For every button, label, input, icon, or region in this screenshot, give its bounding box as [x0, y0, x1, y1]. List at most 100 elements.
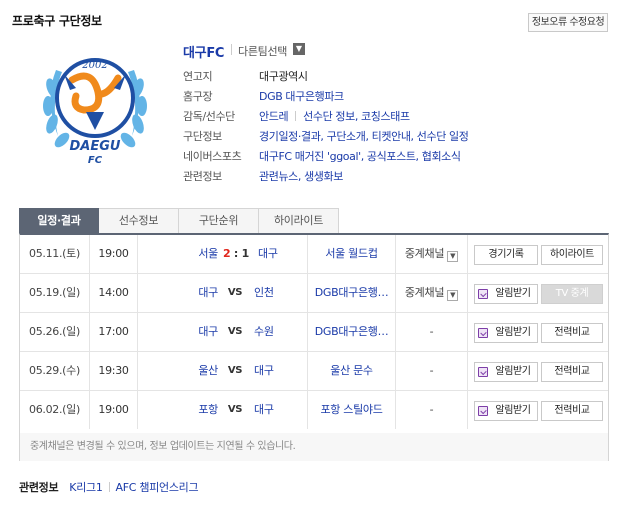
- divider: [108, 482, 110, 492]
- compare-button[interactable]: 전력비교: [541, 401, 603, 421]
- table-row: 05.19.(일) 14:00 대구 VS 인천 DGB대구은행… 중계채널 ▼ …: [20, 274, 608, 313]
- alarm-check-icon: [478, 289, 488, 299]
- match-record-button[interactable]: 경기기록: [474, 245, 538, 265]
- away-score: 1: [241, 247, 250, 260]
- chevron-down-icon[interactable]: ▼: [293, 43, 305, 55]
- match-teams: 대구 VS 인천: [138, 274, 308, 312]
- venue-link[interactable]: DGB대구은행…: [315, 325, 389, 338]
- info-label: 연고지: [183, 70, 213, 83]
- club-info-link[interactable]: 경기일정·결과, 구단소개, 티켓안내, 선수단 일정: [259, 128, 469, 144]
- schedule-table: 05.11.(토) 19:00 서울 2 : 1 대구 서울 월드컵 중계채널 ▼…: [19, 233, 609, 461]
- schedule-note: 중계채널은 변경될 수 있으며, 정보 업데이트는 지연될 수 있습니다.: [20, 433, 608, 461]
- info-label: 홈구장: [183, 90, 213, 103]
- alarm-button[interactable]: 알림받기: [474, 323, 538, 343]
- page-title: 프로축구 구단정보: [12, 14, 102, 28]
- info-row-naver: 네이버스포츠 대구FC 매거진 'ggoal', 공식포스트, 협회소식: [183, 148, 461, 164]
- related-news-link[interactable]: 관련뉴스, 생생화보: [259, 168, 343, 184]
- match-time: 19:00: [90, 235, 138, 273]
- info-value: 대구광역시: [259, 70, 308, 83]
- alarm-button[interactable]: 알림받기: [474, 401, 538, 421]
- match-date: 05.19.(일): [20, 274, 90, 312]
- related-links: 관련정보 K리그1 AFC 챔피언스리그: [19, 479, 199, 495]
- alarm-label: 알림받기: [495, 366, 531, 377]
- vs-label: VS: [227, 287, 243, 298]
- team-logo: 2002 DAEGU FC: [43, 58, 147, 166]
- report-error-button[interactable]: 정보오류 수정요청: [528, 13, 608, 32]
- tab-players[interactable]: 선수정보: [99, 208, 179, 234]
- tab-ranking[interactable]: 구단순위: [179, 208, 259, 234]
- home-score: 2: [223, 247, 231, 260]
- chevron-down-icon[interactable]: ▼: [447, 290, 459, 301]
- info-label: 구단정보: [183, 130, 222, 143]
- actions-cell: 알림받기 TV 중계: [468, 274, 608, 312]
- venue-link[interactable]: DGB대구은행…: [315, 286, 389, 299]
- broadcast-cell[interactable]: 중계채널 ▼: [396, 274, 468, 312]
- match-score: 2 : 1: [223, 247, 250, 260]
- alarm-button[interactable]: 알림받기: [474, 362, 538, 382]
- match-time: 14:00: [90, 274, 138, 312]
- chevron-down-icon[interactable]: ▼: [447, 251, 459, 262]
- match-teams: 포항 VS 대구: [138, 391, 308, 429]
- related-label: 관련정보: [19, 481, 59, 494]
- actions-cell: 알림받기 전력비교: [468, 313, 608, 351]
- actions-cell: 알림받기 전력비교: [468, 391, 608, 429]
- other-team-select[interactable]: 다른팀선택: [238, 43, 287, 59]
- match-date: 05.29.(수): [20, 352, 90, 390]
- match-time: 19:30: [90, 352, 138, 390]
- match-date: 06.02.(일): [20, 391, 90, 429]
- broadcast-cell: -: [396, 352, 468, 390]
- naver-sports-link[interactable]: 대구FC 매거진 'ggoal', 공식포스트, 협회소식: [259, 148, 461, 164]
- match-time: 19:00: [90, 391, 138, 429]
- home-team[interactable]: 대구: [138, 274, 218, 312]
- broadcast-cell[interactable]: 중계채널 ▼: [396, 235, 468, 273]
- tv-broadcast-button[interactable]: TV 중계: [541, 284, 603, 304]
- alarm-check-icon: [478, 328, 488, 338]
- info-row-club: 구단정보 경기일정·결과, 구단소개, 티켓안내, 선수단 일정: [183, 128, 469, 144]
- venue-link[interactable]: 서울 월드컵: [325, 247, 378, 260]
- match-teams: 울산 VS 대구: [138, 352, 308, 390]
- venue-cell: 울산 문수: [308, 352, 396, 390]
- team-name[interactable]: 대구FC: [183, 42, 224, 61]
- coach-link[interactable]: 안드레: [259, 108, 289, 124]
- venue-link[interactable]: 울산 문수: [330, 364, 373, 377]
- info-label: 네이버스포츠: [183, 150, 242, 163]
- table-row: 06.02.(일) 19:00 포항 VS 대구 포항 스틸야드 - 알림받기 …: [20, 391, 608, 433]
- vs-label: VS: [227, 365, 243, 376]
- alarm-check-icon: [478, 367, 488, 377]
- venue-cell: DGB대구은행…: [308, 313, 396, 351]
- alarm-check-icon: [478, 406, 488, 416]
- logo-year: 2002: [81, 60, 107, 71]
- venue-cell: DGB대구은행…: [308, 274, 396, 312]
- tab-bar: 일정·결과 선수정보 구단순위 하이라이트: [19, 208, 339, 234]
- broadcast-cell: -: [396, 313, 468, 351]
- logo-text-bottom: FC: [88, 155, 103, 166]
- vs-label: VS: [227, 404, 243, 415]
- alarm-button[interactable]: 알림받기: [474, 284, 538, 304]
- home-team[interactable]: 포항: [138, 391, 218, 429]
- kleague1-link[interactable]: K리그1: [69, 479, 103, 495]
- divider: [295, 111, 297, 121]
- info-label: 관련정보: [183, 170, 222, 183]
- match-date: 05.11.(토): [20, 235, 90, 273]
- info-row-coach: 감독/선수단 안드레 선수단 정보, 코칭스태프: [183, 108, 410, 124]
- home-team[interactable]: 울산: [138, 352, 218, 390]
- divider: [231, 44, 232, 55]
- home-team[interactable]: 대구: [138, 313, 218, 351]
- afc-champions-league-link[interactable]: AFC 챔피언스리그: [116, 479, 199, 495]
- compare-button[interactable]: 전력비교: [541, 323, 603, 343]
- alarm-label: 알림받기: [495, 327, 531, 338]
- broadcast-label: 중계채널: [404, 247, 445, 260]
- table-row: 05.26.(일) 17:00 대구 VS 수원 DGB대구은행… - 알림받기…: [20, 313, 608, 352]
- tab-highlights[interactable]: 하이라이트: [259, 208, 339, 234]
- home-team[interactable]: 서울: [138, 235, 218, 273]
- match-teams: 대구 VS 수원: [138, 313, 308, 351]
- highlight-button[interactable]: 하이라이트: [541, 245, 603, 265]
- squad-link[interactable]: 선수단 정보, 코칭스태프: [303, 108, 410, 124]
- compare-button[interactable]: 전력비교: [541, 362, 603, 382]
- tab-schedule[interactable]: 일정·결과: [19, 208, 99, 234]
- info-label: 감독/선수단: [183, 110, 235, 123]
- venue-cell: 서울 월드컵: [308, 235, 396, 273]
- venue-link[interactable]: 포항 스틸야드: [320, 403, 382, 416]
- stadium-link[interactable]: DGB 대구은행파크: [259, 88, 344, 104]
- match-time: 17:00: [90, 313, 138, 351]
